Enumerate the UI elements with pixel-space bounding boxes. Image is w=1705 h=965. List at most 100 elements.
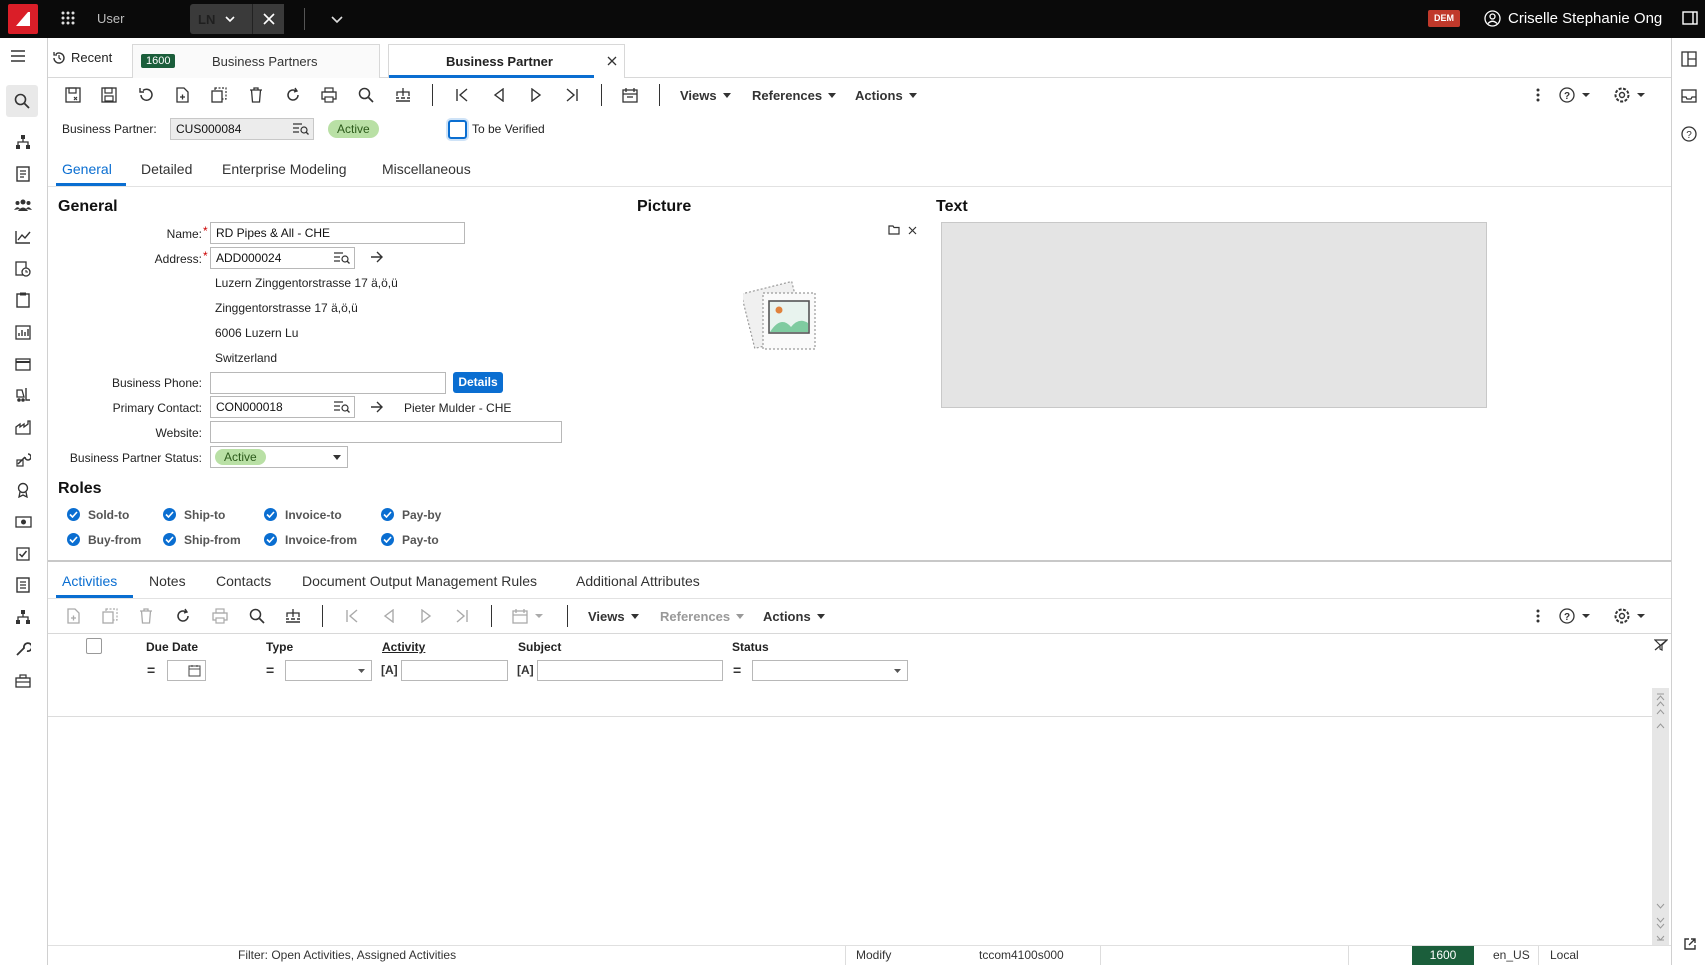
business-partner-status-select[interactable]: Active [210, 446, 348, 468]
filter-operator[interactable]: [A] [517, 663, 534, 677]
delete-icon[interactable] [245, 84, 267, 106]
undo-icon[interactable] [135, 84, 157, 106]
column-header-status[interactable]: Status [732, 640, 769, 654]
panel-splitter[interactable] [48, 560, 1671, 562]
clear-filter-icon[interactable] [1654, 639, 1668, 651]
column-header-type[interactable]: Type [266, 640, 293, 654]
tab-activities[interactable]: Activities [62, 573, 117, 589]
website-field[interactable] [210, 421, 562, 443]
tab-miscellaneous[interactable]: Miscellaneous [382, 161, 471, 177]
report-icon[interactable] [12, 574, 34, 596]
duplicate-icon[interactable] [99, 605, 121, 627]
chevron-down-icon[interactable] [330, 12, 344, 26]
inbox-icon[interactable] [1681, 89, 1697, 103]
user-avatar-icon[interactable] [1484, 10, 1501, 27]
factory-icon[interactable] [12, 416, 34, 438]
filter-operator[interactable]: = [147, 662, 155, 678]
infor-logo-icon[interactable] [8, 4, 38, 34]
print-icon[interactable] [318, 84, 340, 106]
calendar-menu-icon[interactable] [509, 605, 549, 627]
text-area[interactable] [941, 222, 1487, 408]
delete-icon[interactable] [135, 605, 157, 627]
arrow-right-icon[interactable] [370, 251, 384, 263]
help-menu-icon[interactable]: ? [1556, 605, 1596, 627]
next-record-icon[interactable] [415, 605, 437, 627]
previous-record-icon[interactable] [488, 84, 510, 106]
tab-business-partner[interactable]: Business Partner [388, 44, 625, 78]
settings-menu-icon[interactable] [1611, 84, 1651, 106]
last-record-icon[interactable] [451, 605, 473, 627]
money-icon[interactable] [12, 511, 34, 533]
close-app-tab-button[interactable] [252, 4, 284, 34]
print-icon[interactable] [209, 605, 231, 627]
app-grid-icon[interactable] [60, 10, 76, 26]
name-field[interactable]: RD Pipes & All - CHE [210, 222, 465, 244]
filter-operator[interactable]: = [733, 662, 741, 678]
column-header-due-date[interactable]: Due Date [146, 640, 198, 654]
details-button[interactable]: Details [453, 372, 503, 393]
structure-icon[interactable] [392, 84, 414, 106]
previous-record-icon[interactable] [378, 605, 400, 627]
zoom-lookup-icon[interactable] [334, 401, 350, 413]
primary-contact-field[interactable]: CON000018 [210, 396, 355, 418]
chart-icon[interactable] [12, 226, 34, 248]
first-record-icon[interactable] [451, 84, 473, 106]
clipboard-icon[interactable] [12, 289, 34, 311]
views-menu[interactable]: Views [588, 609, 639, 624]
org-chart-icon[interactable] [12, 606, 34, 628]
duplicate-icon[interactable] [208, 84, 230, 106]
hamburger-menu-icon[interactable] [10, 49, 26, 63]
calendar-icon[interactable] [619, 84, 641, 106]
activity-filter[interactable] [401, 660, 508, 681]
service-tools-icon[interactable] [12, 448, 34, 470]
tab-detailed[interactable]: Detailed [141, 161, 192, 177]
next-record-icon[interactable] [525, 84, 547, 106]
external-link-icon[interactable] [1683, 937, 1697, 951]
views-menu[interactable]: Views [680, 88, 731, 103]
first-record-icon[interactable] [341, 605, 363, 627]
tab-document-output-management-rules[interactable]: Document Output Management Rules [302, 573, 537, 589]
clock-document-icon[interactable] [12, 258, 34, 280]
help-menu-icon[interactable]: ? [1556, 84, 1596, 106]
close-icon[interactable] [908, 226, 917, 235]
chevron-down-icon[interactable] [224, 12, 236, 26]
tab-enterprise-modeling[interactable]: Enterprise Modeling [222, 161, 347, 177]
award-icon[interactable] [12, 479, 34, 501]
column-header-subject[interactable]: Subject [518, 640, 561, 654]
layout-panel-icon[interactable] [1681, 51, 1697, 67]
folder-icon[interactable] [888, 225, 900, 235]
filter-operator[interactable]: [A] [381, 663, 398, 677]
forklift-icon[interactable] [12, 384, 34, 406]
card-icon[interactable] [12, 353, 34, 375]
people-icon[interactable] [12, 194, 34, 216]
actions-menu[interactable]: Actions [763, 609, 825, 624]
calendar-icon[interactable] [188, 664, 201, 677]
user-name[interactable]: Criselle Stephanie Ong [1508, 10, 1662, 27]
nav-search-icon[interactable] [6, 85, 38, 117]
wrench-icon[interactable] [12, 638, 34, 660]
refresh-icon[interactable] [172, 605, 194, 627]
references-menu[interactable]: References [752, 88, 837, 103]
more-options-icon[interactable] [1527, 605, 1549, 627]
arrow-right-icon[interactable] [370, 401, 384, 413]
vertical-scrollbar[interactable] [1652, 688, 1669, 946]
tab-notes[interactable]: Notes [149, 573, 186, 589]
tab-general[interactable]: General [62, 161, 112, 177]
references-menu[interactable]: References [660, 609, 745, 624]
filter-operator[interactable]: = [266, 662, 274, 678]
hierarchy-icon[interactable] [12, 131, 34, 153]
zoom-lookup-icon[interactable] [293, 123, 309, 135]
due-date-filter[interactable] [167, 660, 206, 681]
status-filter-select[interactable] [752, 660, 908, 681]
address-field[interactable]: ADD000024 [210, 247, 355, 269]
to-be-verified-checkbox[interactable] [448, 120, 467, 139]
new-record-icon[interactable] [62, 605, 84, 627]
recent-button[interactable]: Recent [52, 50, 112, 65]
more-options-icon[interactable] [1527, 84, 1549, 106]
search-icon[interactable] [246, 605, 268, 627]
subject-filter[interactable] [537, 660, 723, 681]
document-icon[interactable] [12, 163, 34, 185]
actions-menu[interactable]: Actions [855, 88, 917, 103]
new-record-icon[interactable] [171, 84, 193, 106]
tab-additional-attributes[interactable]: Additional Attributes [576, 573, 700, 589]
